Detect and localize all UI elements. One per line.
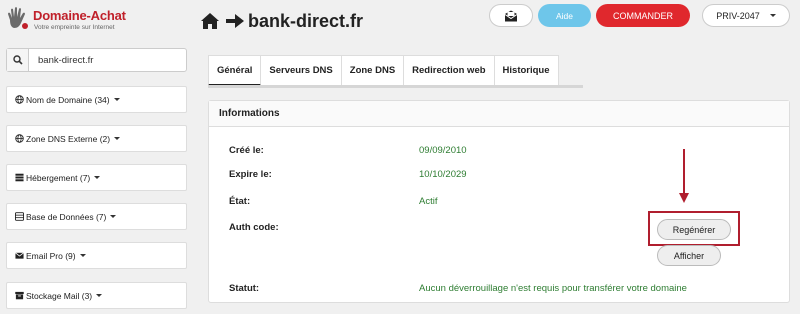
expires-label: Expire le:: [229, 169, 272, 180]
hand-print-icon: [8, 7, 28, 29]
page-title: bank-direct.fr: [248, 11, 364, 31]
annotation-arrow-icon: [679, 149, 689, 203]
search-input[interactable]: [30, 50, 185, 70]
tab-zone-dns[interactable]: Zone DNS: [341, 55, 405, 86]
state-value: Actif: [419, 196, 438, 207]
sidebar-item-label: Base de Données (7): [26, 211, 107, 222]
account-label: PRIV-2047: [716, 10, 760, 21]
caret-down-icon: [94, 176, 101, 179]
tab-bar-shadow: [208, 85, 583, 88]
panel-title: Informations: [209, 101, 789, 127]
expires-value: 10/10/2029: [419, 169, 467, 180]
envelope-icon: [15, 251, 24, 260]
sidebar-item-label: Zone DNS Externe (2): [26, 133, 111, 144]
status-label: Statut:: [229, 283, 260, 294]
globe-icon: [15, 134, 24, 143]
sidebar: Domaine-Achat Votre empreinte sur Intern…: [0, 0, 195, 314]
arrow-right-icon: [226, 14, 244, 28]
sidebar-item-base-de-donnees[interactable]: Base de Données (7): [6, 203, 187, 230]
sidebar-item-label: Stockage Mail (3): [26, 290, 93, 301]
sidebar-item-label: Hébergement (7): [26, 172, 91, 183]
tab-historique[interactable]: Historique: [494, 55, 559, 86]
sidebar-item-label: Email Pro (9): [26, 250, 76, 261]
order-button[interactable]: COMMANDER: [596, 4, 690, 27]
tab-general[interactable]: Général: [208, 55, 262, 86]
archive-icon: [15, 291, 24, 300]
logo[interactable]: Domaine-Achat Votre empreinte sur Intern…: [6, 6, 146, 34]
caret-down-icon: [769, 14, 776, 17]
messages-button[interactable]: [489, 4, 533, 27]
informations-panel: Informations Créé le: 09/09/2010 Expire …: [208, 100, 790, 303]
caret-down-icon: [110, 215, 117, 218]
created-value: 09/09/2010: [419, 145, 467, 156]
created-label: Créé le:: [229, 145, 264, 156]
brand-tagline: Votre empreinte sur Internet: [34, 24, 115, 31]
regenerate-auth-code-button[interactable]: Regénérer: [657, 219, 731, 240]
caret-down-icon: [113, 98, 120, 101]
globe-icon: [15, 95, 24, 104]
envelope-open-icon: [504, 10, 518, 21]
caret-down-icon: [96, 294, 103, 297]
caret-down-icon: [114, 137, 121, 140]
sidebar-search: [6, 48, 187, 72]
sidebar-item-zone-dns-externe[interactable]: Zone DNS Externe (2): [6, 125, 187, 152]
auth-code-label: Auth code:: [229, 222, 279, 233]
tab-redirection-web[interactable]: Redirection web: [404, 55, 495, 86]
brand-name: Domaine-Achat: [33, 8, 126, 23]
sidebar-item-label: Nom de Domaine (34): [26, 94, 110, 105]
tab-bar: Général Serveurs DNS Zone DNS Redirectio…: [208, 55, 559, 86]
caret-down-icon: [79, 254, 86, 257]
show-auth-code-button[interactable]: Afficher: [657, 245, 721, 266]
help-button[interactable]: Aide: [538, 4, 591, 27]
search-icon: [12, 55, 23, 65]
sidebar-item-stockage-mail[interactable]: Stockage Mail (3): [6, 282, 187, 309]
home-icon[interactable]: [200, 12, 220, 30]
sidebar-item-hebergement[interactable]: Hébergement (7): [6, 164, 187, 191]
database-icon: [15, 212, 24, 221]
tab-serveurs-dns[interactable]: Serveurs DNS: [261, 55, 342, 86]
state-label: État:: [229, 196, 251, 207]
account-dropdown[interactable]: PRIV-2047: [702, 4, 790, 27]
sidebar-item-nom-de-domaine[interactable]: Nom de Domaine (34): [6, 86, 187, 113]
sidebar-item-email-pro[interactable]: Email Pro (9): [6, 242, 187, 269]
search-button[interactable]: [7, 49, 29, 71]
status-value: Aucun déverrouillage n'est requis pour t…: [419, 283, 687, 294]
server-icon: [15, 173, 24, 182]
